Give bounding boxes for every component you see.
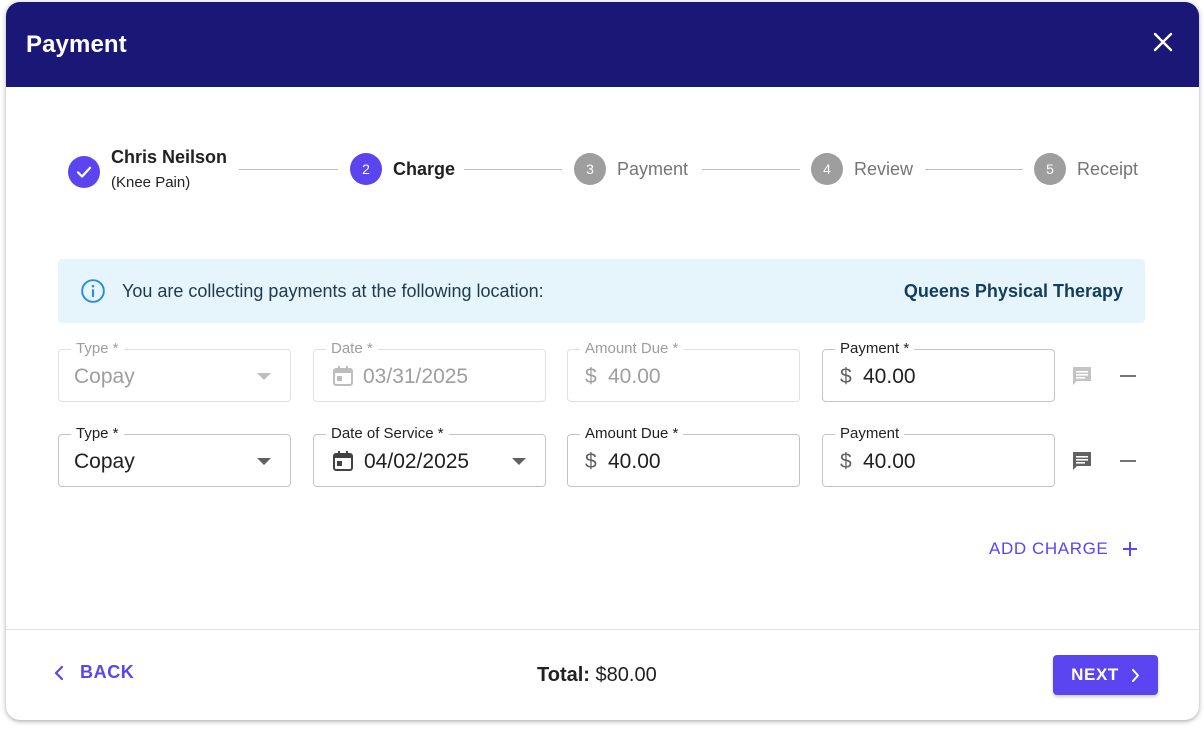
payment-field[interactable]: Payment $ 40.00 <box>822 425 1055 487</box>
step-connector <box>702 169 800 170</box>
field-value: 40.00 <box>863 450 916 473</box>
step-review: 4 Review <box>811 153 913 185</box>
field-value: 03/31/2025 <box>363 365 469 388</box>
payment-dialog: Payment Chris Neilson (Knee Pain) 2 Char… <box>6 2 1199 720</box>
amount-due-field: Amount Due * $ 40.00 <box>567 340 800 402</box>
chevron-left-icon <box>54 665 64 680</box>
amount-due-field[interactable]: Amount Due * $ 40.00 <box>567 425 800 487</box>
step-number: 3 <box>574 153 606 185</box>
add-charge-label: ADD CHARGE <box>989 539 1109 558</box>
step-receipt: 5 Receipt <box>1034 153 1138 185</box>
close-icon[interactable] <box>1151 30 1175 54</box>
step-label: Charge <box>393 158 456 179</box>
payment-field[interactable]: Payment * $ 40.00 <box>822 340 1055 402</box>
plus-icon <box>1123 542 1138 556</box>
total-amount: Total: $80.00 <box>537 664 657 687</box>
dialog-header: Payment <box>6 2 1199 87</box>
currency-prefix: $ <box>585 365 597 388</box>
field-value: Copay <box>74 450 135 473</box>
info-text: You are collecting payments at the follo… <box>122 280 544 301</box>
location-name: Queens Physical Therapy <box>903 280 1123 301</box>
location-info-banner: You are collecting payments at the follo… <box>58 259 1145 323</box>
step-charge: 2 Charge <box>350 153 455 185</box>
comment-icon[interactable] <box>1070 364 1094 388</box>
total-label: Total: <box>537 664 590 686</box>
calendar-icon <box>333 451 353 471</box>
field-value: 40.00 <box>608 365 661 388</box>
dropdown-arrow-icon <box>257 373 271 380</box>
dialog-title: Payment <box>26 30 127 58</box>
type-select[interactable]: Type * Copay <box>58 425 291 487</box>
field-value: 40.00 <box>863 365 916 388</box>
step-number: 4 <box>811 153 843 185</box>
field-value: Copay <box>74 365 135 388</box>
chevron-right-icon <box>1131 668 1139 682</box>
footer-divider <box>6 629 1199 630</box>
field-label: Payment <box>835 425 905 443</box>
dropdown-arrow-icon <box>257 458 271 465</box>
add-charge-button[interactable]: ADD CHARGE <box>989 535 1138 563</box>
field-label: Type * <box>71 425 124 443</box>
dropdown-arrow-icon <box>512 458 526 465</box>
step-payment: 3 Payment <box>574 153 688 185</box>
field-label: Amount Due * <box>580 340 684 358</box>
info-icon <box>81 279 105 303</box>
back-label: BACK <box>80 662 135 682</box>
step-number: 2 <box>350 153 382 185</box>
field-label: Type * <box>71 340 124 358</box>
remove-icon[interactable] <box>1116 449 1140 473</box>
field-value: 40.00 <box>608 450 661 473</box>
step-connector <box>464 169 562 170</box>
stepper: Chris Neilson (Knee Pain) 2 Charge 3 Pay… <box>68 140 1138 200</box>
field-label: Payment * <box>835 340 915 358</box>
check-icon <box>68 156 100 188</box>
comment-icon[interactable] <box>1070 449 1094 473</box>
step-label: Chris Neilson <box>111 147 228 167</box>
step-connector <box>925 169 1023 170</box>
type-select: Type * Copay <box>58 340 291 402</box>
currency-prefix: $ <box>840 365 852 388</box>
step-patient: Chris Neilson (Knee Pain) <box>68 147 227 191</box>
step-label: Receipt <box>1077 158 1139 179</box>
field-label: Date * <box>326 340 378 358</box>
currency-prefix: $ <box>840 450 852 473</box>
calendar-icon <box>333 366 353 386</box>
step-number: 5 <box>1034 153 1066 185</box>
field-label: Date of Service * <box>326 425 449 443</box>
step-sublabel: (Knee Pain) <box>111 174 191 191</box>
step-label: Payment <box>617 158 689 179</box>
currency-prefix: $ <box>585 450 597 473</box>
date-of-service-select[interactable]: Date of Service * 04/02/2025 <box>313 425 546 487</box>
next-label: NEXT <box>1071 665 1119 684</box>
next-button[interactable]: NEXT <box>1053 655 1158 695</box>
step-connector <box>239 169 338 170</box>
date-field: Date * 03/31/2025 <box>313 340 546 402</box>
field-value: 04/02/2025 <box>364 450 470 473</box>
total-value: $80.00 <box>595 664 657 686</box>
step-label: Review <box>854 158 914 179</box>
field-label: Amount Due * <box>580 425 684 443</box>
back-button[interactable]: BACK <box>54 662 134 683</box>
remove-icon[interactable] <box>1116 364 1140 388</box>
